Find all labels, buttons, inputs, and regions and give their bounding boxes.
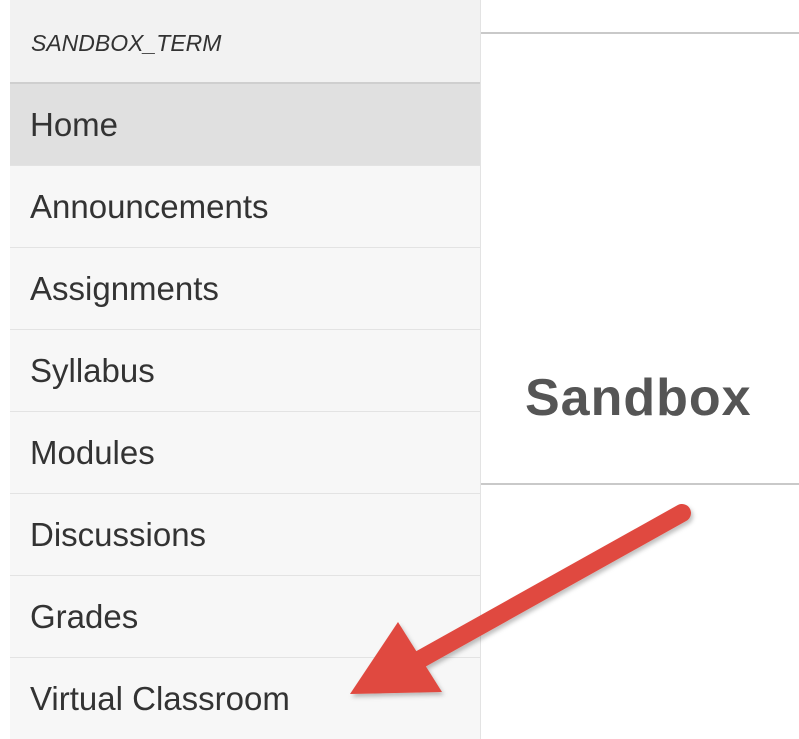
term-label: SANDBOX_TERM [10, 0, 480, 84]
sidebar-item-home[interactable]: Home [10, 84, 480, 166]
top-divider [481, 32, 799, 34]
sidebar-item-announcements[interactable]: Announcements [10, 166, 480, 248]
main-content: Sandbox [481, 0, 799, 739]
page: SANDBOX_TERM Home Announcements Assignme… [0, 0, 799, 739]
sidebar-item-assignments[interactable]: Assignments [10, 248, 480, 330]
sidebar-item-virtual-classroom[interactable]: Virtual Classroom [10, 658, 480, 739]
sidebar-item-grades[interactable]: Grades [10, 576, 480, 658]
sidebar-item-modules[interactable]: Modules [10, 412, 480, 494]
bottom-divider [481, 483, 799, 485]
sidebar-item-discussions[interactable]: Discussions [10, 494, 480, 576]
sidebar-item-syllabus[interactable]: Syllabus [10, 330, 480, 412]
course-title: Sandbox [525, 369, 752, 427]
course-sidebar: SANDBOX_TERM Home Announcements Assignme… [10, 0, 481, 739]
